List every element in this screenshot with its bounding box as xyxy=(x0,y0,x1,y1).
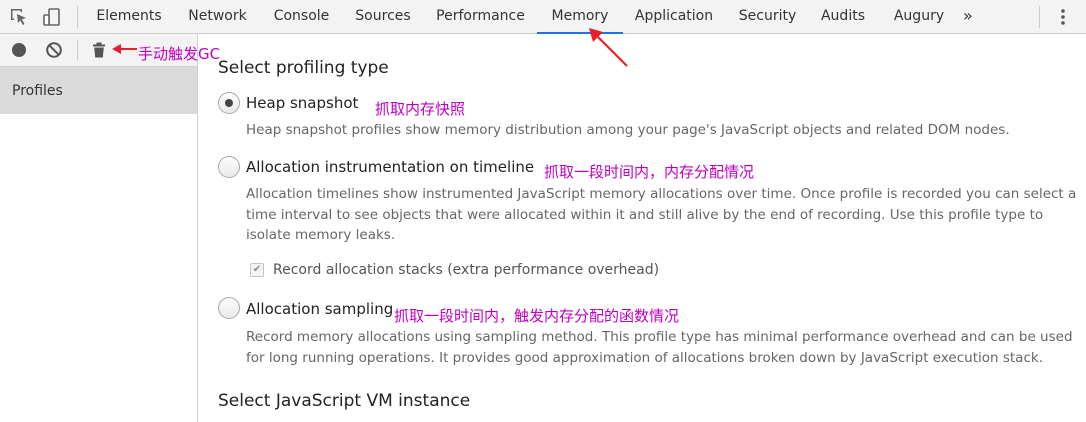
allocation-sampling-radio[interactable] xyxy=(218,297,240,319)
record-stacks-label[interactable]: Record allocation stacks (extra performa… xyxy=(273,262,659,278)
tab-performance[interactable]: Performance xyxy=(427,0,534,34)
sidebar-item-profiles[interactable]: Profiles xyxy=(0,67,197,114)
tab-network[interactable]: Network xyxy=(179,0,256,34)
heap-snapshot-label[interactable]: Heap snapshot xyxy=(246,94,358,112)
tab-sources[interactable]: Sources xyxy=(347,0,419,34)
tab-security[interactable]: Security xyxy=(731,0,804,34)
tab-audits[interactable]: Audits xyxy=(814,0,872,34)
annotation-timeline: 抓取一段时间内，内存分配情况 xyxy=(544,163,755,181)
heap-snapshot-radio[interactable] xyxy=(218,92,240,114)
tab-elements[interactable]: Elements xyxy=(87,0,171,34)
profiling-type-title: Select profiling type xyxy=(218,58,389,78)
devtools-tabbar: Elements Network Console Sources Perform… xyxy=(0,0,1086,34)
annotation-sampling: 抓取一段时间内，触发内存分配的函数情况 xyxy=(394,307,680,325)
allocation-timeline-label[interactable]: Allocation instrumentation on timeline xyxy=(246,158,534,176)
allocation-sampling-label[interactable]: Allocation sampling xyxy=(246,300,393,318)
toolbar-divider xyxy=(1039,6,1040,28)
vm-instance-title: Select JavaScript VM instance xyxy=(218,391,471,411)
allocation-timeline-description: Allocation timelines show instrumented J… xyxy=(246,186,1077,243)
inspect-element-icon[interactable] xyxy=(9,7,29,27)
profiles-sidebar: Profiles xyxy=(0,67,198,422)
profiling-panel: Select profiling type Heap snapshot 抓取内存… xyxy=(198,34,1086,422)
annotation-heap: 抓取内存快照 xyxy=(375,100,466,118)
heap-snapshot-description: Heap snapshot profiles show memory distr… xyxy=(246,122,1010,138)
tab-console[interactable]: Console xyxy=(264,0,339,34)
more-tabs-button[interactable]: » xyxy=(963,0,973,34)
device-toolbar-icon[interactable] xyxy=(42,7,62,27)
toolbar-divider xyxy=(77,6,78,28)
tab-augury[interactable]: Augury xyxy=(886,0,952,34)
toolbar-divider xyxy=(77,40,78,60)
annotation-arrow-gc xyxy=(112,44,137,54)
record-icon[interactable] xyxy=(10,41,28,59)
tab-application[interactable]: Application xyxy=(628,0,720,34)
more-options-icon[interactable] xyxy=(1056,8,1070,26)
allocation-timeline-radio[interactable] xyxy=(218,156,240,178)
clear-icon[interactable] xyxy=(45,41,63,59)
trash-icon[interactable] xyxy=(90,41,108,59)
record-stacks-checkbox[interactable]: ✔ xyxy=(250,263,264,277)
allocation-sampling-description: Record memory allocations using sampling… xyxy=(246,329,1073,366)
